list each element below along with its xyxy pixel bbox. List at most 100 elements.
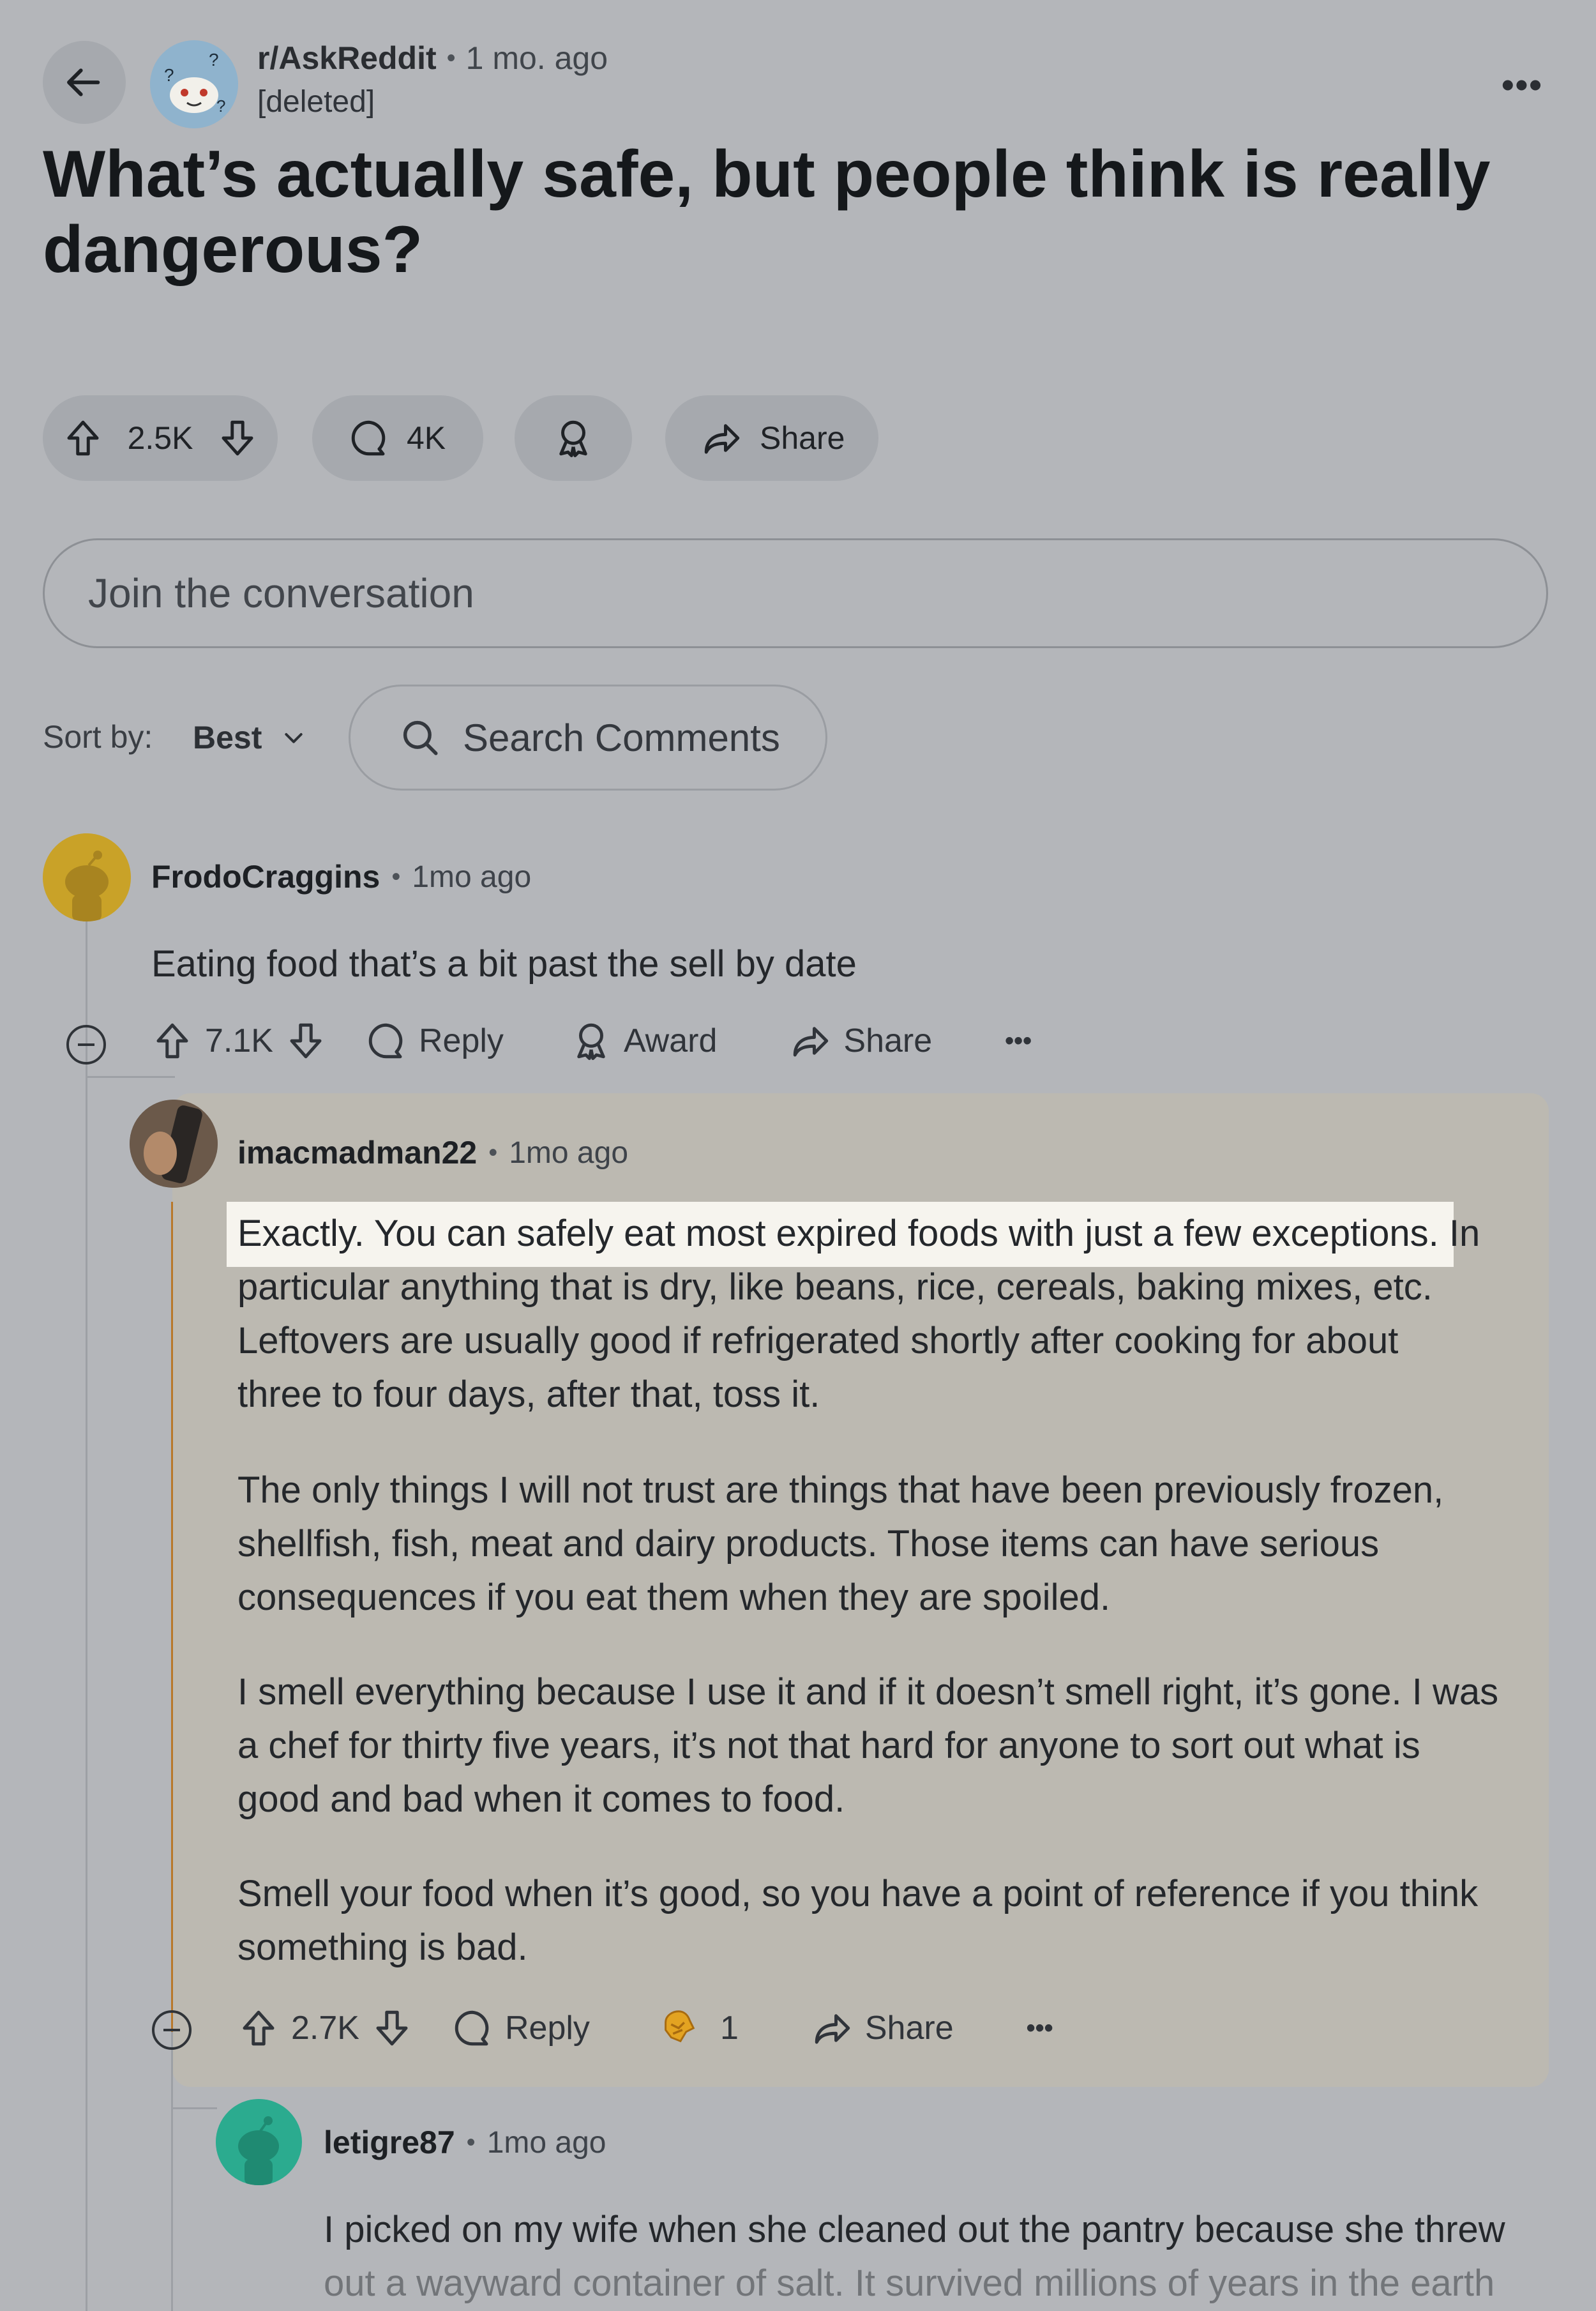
arrow-left-icon [64, 62, 105, 103]
share-button[interactable]: Share [790, 1020, 932, 1062]
svg-text:?: ? [164, 65, 174, 85]
share-button[interactable]: Share [811, 2007, 954, 2049]
thread-line [171, 2032, 173, 2311]
separator-dot: • [391, 862, 401, 891]
comment-header: letigre87 • 1mo ago [324, 2124, 606, 2161]
minus-circle-icon[interactable] [66, 1025, 106, 1065]
reply-button[interactable]: Reply [451, 2007, 590, 2049]
upvote-icon[interactable] [62, 417, 104, 459]
post-age: 1 mo. ago [465, 40, 608, 76]
award-label: Award [623, 1022, 718, 1059]
comment-line: consequences if you eat them when they a… [237, 1577, 1111, 1618]
vote-count: 2.7K [291, 2010, 359, 2047]
post-meta: r/AskReddit • 1 mo. ago [257, 40, 608, 77]
comments-button[interactable]: 4K [312, 395, 483, 481]
separator-dot: • [466, 2128, 476, 2156]
ellipsis-icon: ••• [1026, 2013, 1053, 2042]
comment-line: Leftovers are usually good if refrigerat… [237, 1320, 1399, 1361]
reply-label: Reply [504, 2010, 590, 2047]
comment-author[interactable]: letigre87 [324, 2124, 455, 2161]
speech-bubble-icon [451, 2007, 493, 2049]
comment-line: three to four days, after that, toss it. [237, 1374, 820, 1415]
more-options-button[interactable]: ••• [1502, 64, 1543, 105]
award-button[interactable] [515, 395, 632, 481]
comment-actions: 2.7K Reply 1 Share ••• [237, 2006, 1053, 2050]
share-arrow-icon [790, 1020, 832, 1062]
comment-line: a chef for thirty five years, it’s not t… [237, 1725, 1420, 1766]
back-button[interactable] [43, 41, 126, 124]
comment-line: Smell your food when it’s good, so you h… [237, 1873, 1479, 1914]
post-vote-bar: 2.5K [43, 395, 278, 481]
upvote-button[interactable]: 7.1K [151, 1020, 273, 1062]
thread-connector [86, 1076, 175, 1078]
award-count: 1 [719, 2010, 739, 2047]
comment-body: I picked on my wife when she cleaned out… [324, 2203, 1575, 2310]
reply-button[interactable]: Reply [365, 1020, 504, 1062]
subreddit-name[interactable]: r/AskReddit [257, 40, 437, 77]
comment-author[interactable]: imacmadman22 [237, 1134, 477, 1171]
separator-dot: • [488, 1138, 498, 1167]
comment-line: something is bad. [237, 1927, 528, 1968]
chevron-down-icon [281, 725, 306, 750]
search-comments-label: Search Comments [463, 716, 780, 759]
award-ribbon-icon [552, 417, 594, 459]
downvote-button[interactable] [371, 2007, 413, 2049]
comment-composer-input[interactable]: Join the conversation [43, 538, 1548, 648]
award-ribbon-icon [570, 1020, 612, 1062]
comment-age: 1mo ago [412, 860, 532, 894]
comment-line: particular anything that is dry, like be… [237, 1266, 1433, 1308]
subreddit-avatar[interactable]: ? ? ? [150, 40, 238, 128]
comment-line: out a wayward container of salt. It surv… [324, 2262, 1495, 2304]
sort-label: Sort by: [43, 719, 153, 755]
arrow-down-outline-icon [285, 1020, 327, 1062]
arrow-down-outline-icon [371, 2007, 413, 2049]
comment-line: I picked on my wife when she cleaned out… [324, 2209, 1505, 2250]
more-options-button[interactable]: ••• [1005, 1027, 1032, 1056]
sort-value: Best [193, 720, 262, 755]
avatar[interactable] [43, 833, 131, 921]
sort-dropdown[interactable]: Best [193, 719, 306, 756]
upvote-button[interactable]: 2.7K [237, 2007, 359, 2049]
comment-header: FrodoCraggins • 1mo ago [151, 858, 531, 895]
post-vote-count: 2.5K [127, 420, 193, 456]
post-author: [deleted] [257, 85, 375, 119]
ellipsis-icon: ••• [1005, 1026, 1032, 1055]
comment-actions: 7.1K Reply Award Share ••• [151, 1020, 1032, 1062]
svg-text:?: ? [209, 50, 219, 70]
share-button[interactable]: Share [665, 395, 878, 481]
award-button[interactable]: 1 [656, 2006, 739, 2050]
downvote-icon[interactable] [216, 417, 259, 459]
thread-connector [171, 2107, 217, 2109]
ellipsis-icon: ••• [1502, 64, 1543, 105]
comment-header: imacmadman22 • 1mo ago [237, 1134, 628, 1171]
gold-award-icon [656, 2006, 701, 2050]
thread-accent-line [171, 1202, 173, 2032]
comment-count: 4K [407, 420, 446, 456]
comment-line: Exactly. You can safely eat most expired… [237, 1213, 1480, 1254]
avatar[interactable] [216, 2099, 302, 2185]
share-arrow-icon [811, 2007, 854, 2049]
comment-line: The only things I will not trust are thi… [237, 1469, 1444, 1511]
award-button[interactable]: Award [570, 1020, 717, 1062]
post-title: What’s actually safe, but people think i… [43, 137, 1491, 287]
magnifier-icon [399, 716, 441, 759]
speech-bubble-icon [365, 1020, 407, 1062]
thread-line [86, 921, 87, 2311]
comment-author[interactable]: FrodoCraggins [151, 858, 380, 895]
avatar[interactable] [130, 1100, 218, 1188]
reply-label: Reply [418, 1022, 504, 1059]
comment-line: I smell everything because I use it and … [237, 1671, 1499, 1713]
arrow-up-outline-icon [151, 1020, 193, 1062]
search-comments-button[interactable]: Search Comments [349, 685, 827, 791]
share-label: Share [864, 2010, 954, 2047]
share-label: Share [843, 1022, 933, 1059]
share-label: Share [760, 420, 845, 456]
downvote-button[interactable] [285, 1020, 327, 1062]
comment-age: 1mo ago [486, 2125, 606, 2160]
comment-line: shellfish, fish, meat and dairy products… [237, 1523, 1380, 1565]
more-options-button[interactable]: ••• [1027, 2014, 1053, 2043]
minus-circle-icon[interactable] [152, 2010, 192, 2050]
speech-bubble-icon [348, 417, 390, 459]
vote-count: 7.1K [205, 1022, 273, 1059]
separator-dot: • [446, 43, 456, 72]
